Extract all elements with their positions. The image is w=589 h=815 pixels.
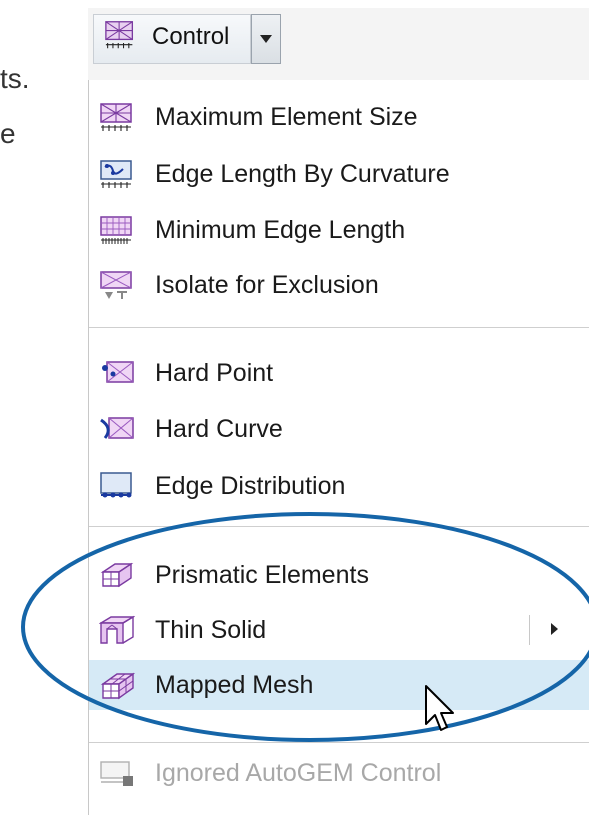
menu-item-label: Hard Point (155, 359, 274, 387)
menu-item-edge-distribution[interactable]: Edge Distribution (89, 461, 589, 511)
menu-item-label: Ignored AutoGEM Control (155, 759, 442, 787)
menu-item-label: Minimum Edge Length (155, 216, 406, 244)
menu-item-label: Edge Length By Curvature (155, 160, 450, 188)
thin-solid-icon (99, 615, 135, 644)
menu-item-hard-curve[interactable]: Hard Curve (89, 404, 589, 454)
prismatic-elements-icon (100, 562, 134, 588)
mapped-mesh-icon (100, 672, 135, 700)
menu-item-label: Edge Distribution (155, 472, 346, 500)
control-dropdown-menu: Maximum Element Size Edge Length By Curv… (88, 80, 589, 815)
menu-item-label: Hard Curve (155, 415, 283, 443)
background-text-fragment: e (0, 118, 16, 149)
hard-curve-icon (100, 417, 134, 439)
menu-separator (89, 327, 589, 328)
menu-item-mapped-mesh[interactable]: Mapped Mesh (89, 660, 589, 710)
menu-item-maximum-element-size[interactable]: Maximum Element Size (89, 92, 589, 142)
max-element-size-icon (100, 103, 132, 131)
menu-item-label: Maximum Element Size (155, 103, 418, 131)
menu-item-label: Isolate for Exclusion (155, 271, 379, 299)
menu-separator (89, 742, 589, 743)
edge-length-curvature-icon (100, 160, 132, 188)
menu-item-minimum-edge-length[interactable]: Minimum Edge Length (89, 205, 589, 255)
menu-item-label: Thin Solid (155, 616, 267, 644)
menu-item-label: Prismatic Elements (155, 561, 369, 589)
submenu-arrow-icon[interactable] (551, 623, 558, 635)
submenu-divider (529, 615, 530, 645)
background-text-fragment: ts. (0, 63, 30, 94)
menu-item-ignored-autogem-control: Ignored AutoGEM Control (89, 748, 589, 798)
menu-item-prismatic-elements[interactable]: Prismatic Elements (89, 550, 589, 600)
menu-separator (89, 526, 589, 527)
hard-point-icon (102, 361, 134, 383)
edge-distribution-icon (100, 472, 132, 498)
menu-item-hard-point[interactable]: Hard Point (89, 348, 589, 398)
menu-item-thin-solid[interactable]: Thin Solid (89, 605, 589, 655)
control-label: Control (152, 23, 230, 50)
max-element-size-icon (105, 21, 134, 49)
min-edge-length-icon (100, 216, 132, 244)
menu-item-edge-length-by-curvature[interactable]: Edge Length By Curvature (89, 149, 589, 199)
isolate-exclusion-icon (100, 271, 132, 299)
ignored-autogem-icon (100, 761, 133, 786)
menu-item-label: Mapped Mesh (155, 671, 314, 699)
control-dropdown-button[interactable] (251, 14, 281, 64)
menu-item-isolate-for-exclusion[interactable]: Isolate for Exclusion (89, 260, 589, 310)
